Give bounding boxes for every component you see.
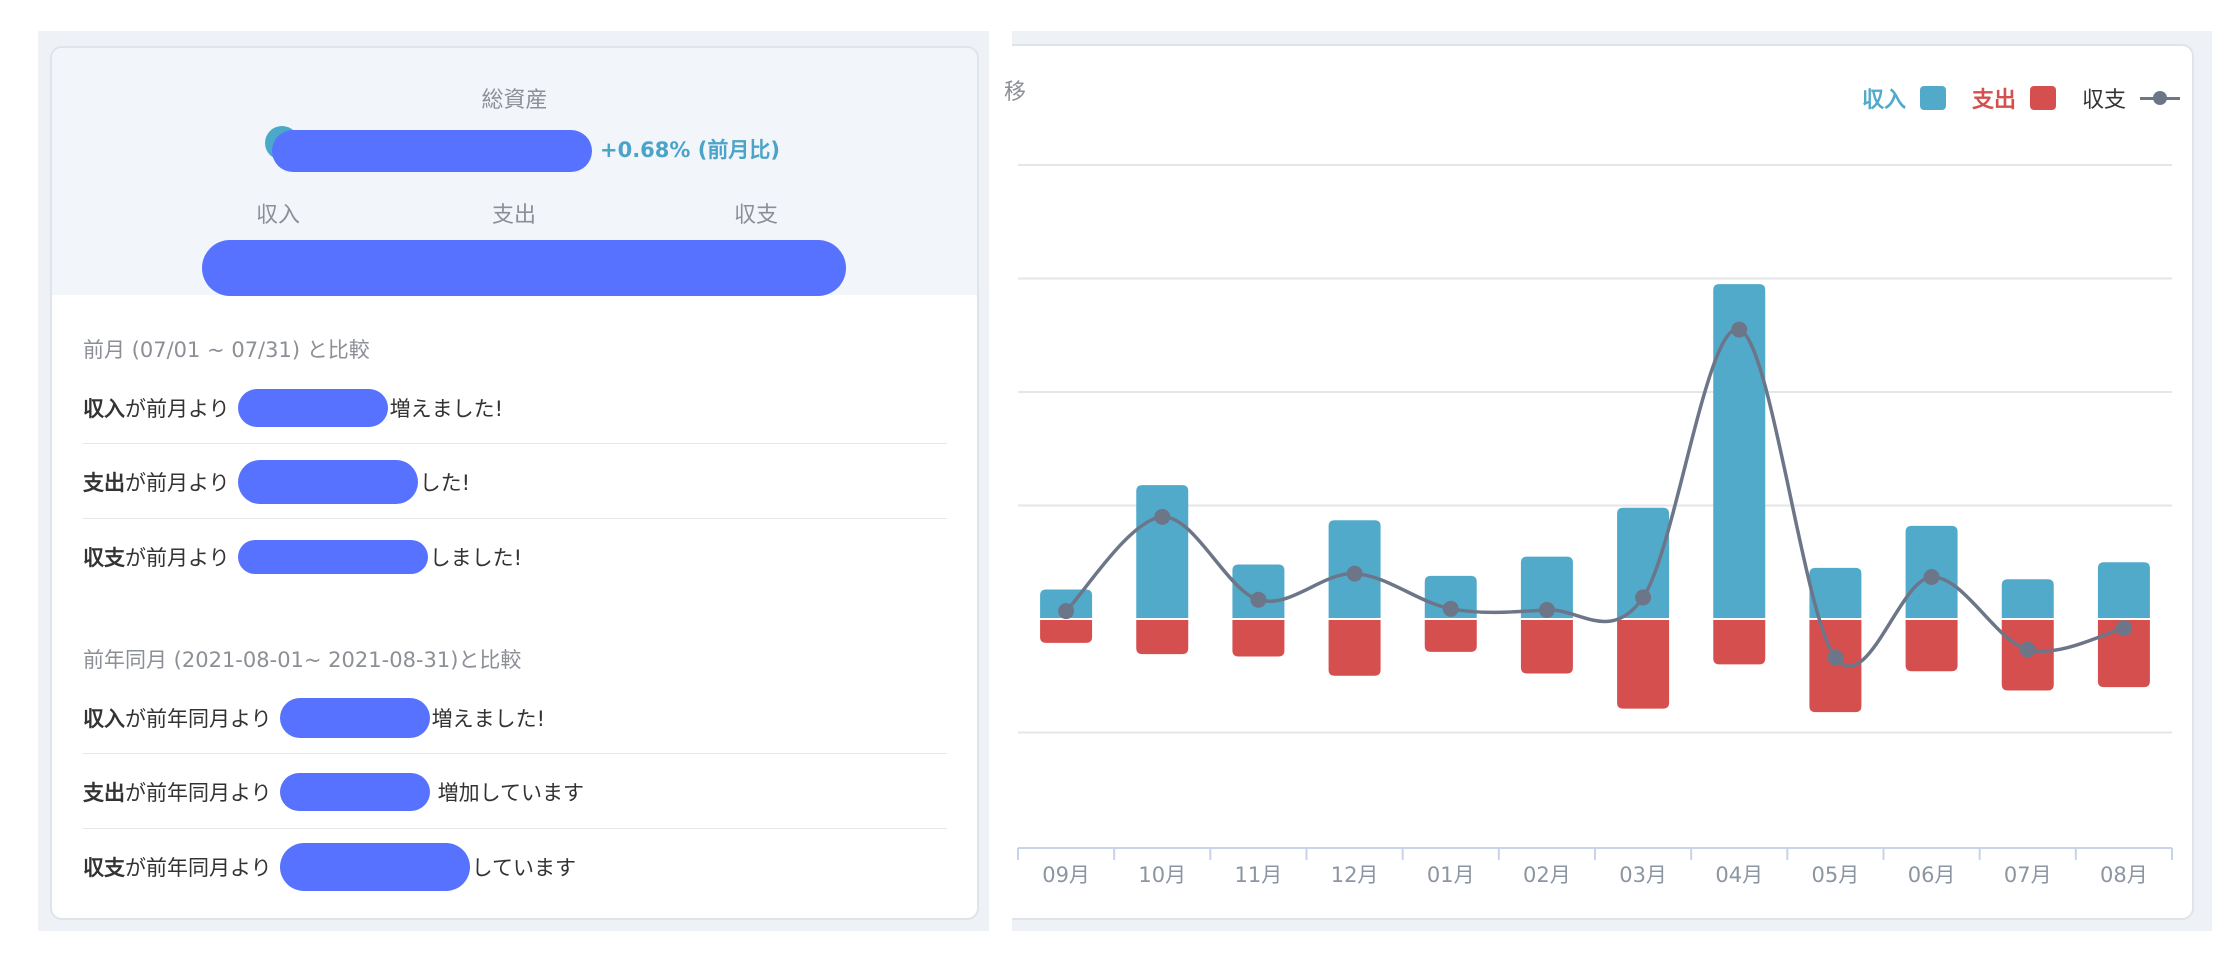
row-suffix: 増えました! [389, 397, 504, 421]
row-prefix: が前月より [125, 546, 230, 570]
income-bar [1136, 485, 1189, 619]
expense-bar [1424, 620, 1477, 652]
row-suffix: しました! [429, 546, 523, 570]
row-prefix: が前月より [125, 471, 230, 495]
row-prefix: が前年同月より [125, 781, 272, 805]
total-assets-redacted [272, 130, 592, 172]
prev-month-balance-row: 収支 が前月より しました! [83, 520, 947, 594]
balance-point [1442, 600, 1459, 617]
summary-balance-label: 収支 [734, 203, 779, 228]
value-redacted [237, 389, 388, 427]
balance-line [1064, 327, 2125, 668]
income-bar [2097, 562, 2150, 619]
row-prefix: が前年同月より [125, 856, 272, 880]
x-tick-label: 04月 [1715, 863, 1763, 887]
summary-income-label: 収入 [256, 203, 301, 228]
prev-year-compare-title: 前年同月 (2021-08-01~ 2021-08-31)と比較 [83, 648, 522, 672]
value-redacted [279, 698, 430, 738]
balance-point [1827, 649, 1844, 666]
balance-point [1058, 603, 1075, 620]
expense-bar [1713, 620, 1766, 665]
x-tick-label: 08月 [2100, 863, 2148, 887]
prev-month-income-row: 収入 が前月より 増えました! [83, 371, 947, 445]
expense-bar [1328, 620, 1381, 676]
summary-expense-label: 支出 [492, 203, 537, 228]
balance-point [2115, 620, 2132, 637]
row-prefix: が前年同月より [125, 707, 272, 731]
row-keyword: 支出 [83, 781, 125, 805]
balance-point [2019, 641, 2036, 658]
row-prefix: が前月より [125, 397, 230, 421]
row-divider [83, 443, 947, 444]
row-divider [83, 518, 947, 519]
income-expense-chart: 09月 10月 11月 12月 01月 02月 03月 04月 05月 06月 07月 08月 [1017, 164, 2173, 887]
x-tick-label: 09月 [1042, 863, 1090, 887]
summary-values-redacted [202, 240, 846, 296]
row-keyword: 収入 [83, 397, 125, 421]
expense-bar [1617, 620, 1670, 709]
prev-month-compare-title: 前月 (07/01 ~ 07/31) と比較 [83, 338, 370, 362]
row-suffix: しています [471, 856, 576, 880]
balance-point [1538, 601, 1555, 618]
prev-year-balance-row: 収支 が前年同月より しています [83, 830, 947, 904]
x-tick-label: 11月 [1235, 863, 1283, 887]
value-redacted [237, 540, 428, 574]
balance-point [1923, 569, 1940, 586]
expense-bar [1040, 620, 1093, 643]
x-tick-label: 10月 [1138, 863, 1186, 887]
expense-bar [1905, 620, 1958, 672]
prev-month-expense-row: 支出 が前月より した! [83, 445, 947, 519]
balance-point [1346, 565, 1363, 582]
x-tick-label: 05月 [1812, 863, 1860, 887]
value-redacted [279, 843, 470, 891]
x-tick-label: 07月 [2004, 863, 2052, 887]
x-tick-label: 03月 [1619, 863, 1667, 887]
value-redacted [237, 460, 418, 504]
row-keyword: 収入 [83, 707, 125, 731]
summary-header: 総資産 +0.68% (前月比) 収入 支出 収支 [52, 48, 977, 296]
row-suffix: 増えました! [431, 707, 546, 731]
income-bar [2001, 579, 2054, 619]
balance-point [1731, 321, 1748, 338]
prev-year-expense-row: 支出 が前年同月より 増加しています [83, 755, 947, 829]
row-keyword: 支出 [83, 471, 125, 495]
expense-bar [1232, 620, 1285, 657]
row-divider [83, 828, 947, 829]
x-tick-label: 12月 [1331, 863, 1379, 887]
balance-point [1250, 591, 1267, 608]
total-assets-change: +0.68% (前月比) [600, 138, 780, 162]
row-keyword: 収支 [83, 856, 125, 880]
value-redacted [279, 773, 430, 811]
total-assets-label: 総資産 [481, 88, 548, 113]
prev-year-income-row: 収入 が前年同月より 増えました! [83, 681, 947, 755]
expense-bar [1520, 620, 1573, 674]
x-tick-label: 06月 [1908, 863, 1956, 887]
row-suffix: 増加しています [437, 781, 584, 805]
asset-summary-card: 総資産 +0.68% (前月比) 収入 支出 収支 前月 (07/01 ~ 07… [50, 46, 979, 920]
x-tick-label: 02月 [1523, 863, 1571, 887]
row-divider [83, 753, 947, 754]
x-tick-label: 01月 [1427, 863, 1475, 887]
expense-bar [1136, 620, 1189, 655]
balance-point [1154, 508, 1171, 525]
row-suffix: した! [419, 471, 471, 495]
balance-point [1635, 589, 1652, 606]
row-keyword: 収支 [83, 546, 125, 570]
